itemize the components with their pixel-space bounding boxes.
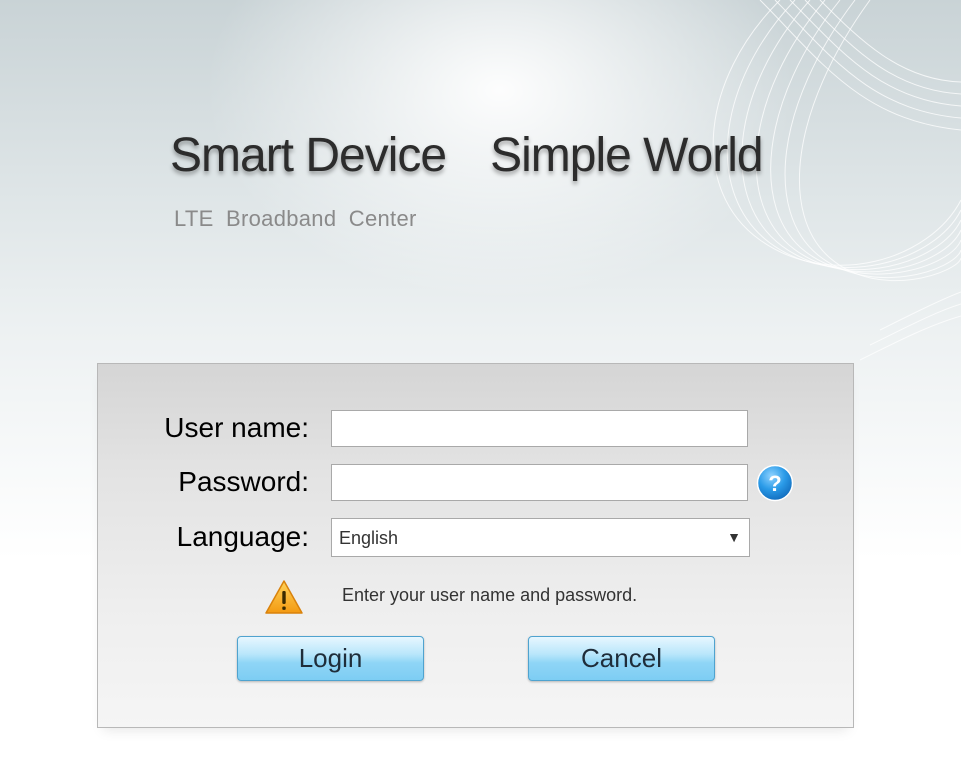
- login-button[interactable]: Login: [237, 636, 424, 681]
- slogan-part2: Simple World: [490, 129, 764, 182]
- svg-text:?: ?: [768, 471, 781, 496]
- cancel-button[interactable]: Cancel: [528, 636, 715, 681]
- slogan: Smart Device Simple World: [170, 128, 764, 183]
- password-input[interactable]: [331, 464, 748, 501]
- username-label: User name:: [164, 412, 309, 443]
- warning-triangle-icon: [265, 580, 303, 614]
- dropdown-arrow-icon: ▼: [727, 529, 741, 545]
- slogan-part1: Smart Device: [170, 129, 447, 182]
- language-select[interactable]: English ▼: [331, 518, 750, 557]
- password-label: Password:: [178, 466, 309, 497]
- product-subtitle: LTE Broadband Center: [174, 206, 417, 231]
- login-panel: User name: Password: ? Language: English…: [97, 363, 854, 728]
- language-label: Language:: [176, 521, 309, 552]
- status-message: Enter your user name and password.: [342, 585, 638, 605]
- question-mark-icon[interactable]: ?: [756, 464, 794, 502]
- language-selected-value: English: [339, 528, 399, 548]
- username-input[interactable]: [331, 410, 748, 447]
